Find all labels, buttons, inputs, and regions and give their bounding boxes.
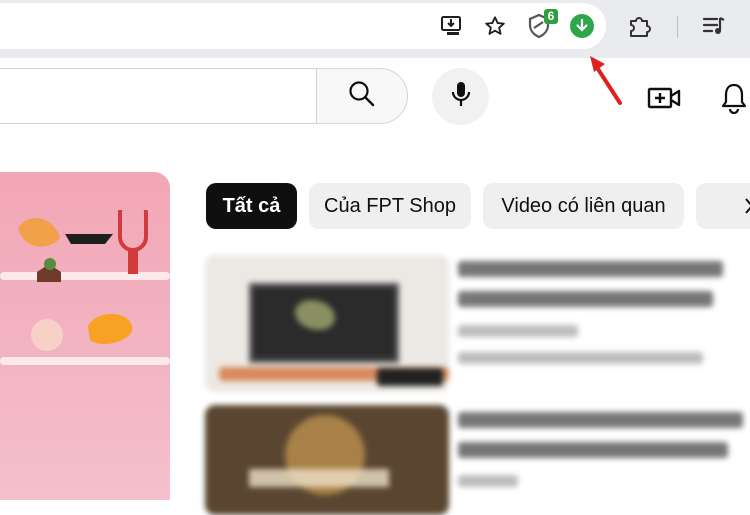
- reading-list-icon[interactable]: [700, 12, 728, 40]
- create-video-icon[interactable]: [646, 80, 682, 116]
- video-channel-blurred: [458, 325, 578, 337]
- video-title-blurred: [458, 442, 728, 458]
- install-app-icon[interactable]: [438, 12, 466, 40]
- video-channel-blurred: [458, 475, 518, 487]
- chip-all[interactable]: Tất cả: [206, 183, 297, 229]
- toolbar-divider: [677, 16, 678, 38]
- extension-badge: 6: [544, 9, 558, 24]
- chip-next-partial[interactable]: [696, 183, 750, 229]
- annotation-arrow: [590, 56, 622, 105]
- voice-search-button[interactable]: [432, 68, 489, 125]
- notifications-bell-icon[interactable]: [716, 80, 750, 116]
- chip-related-videos[interactable]: Video có liên quan: [483, 183, 684, 229]
- download-extension-icon[interactable]: [570, 14, 594, 38]
- star-icon[interactable]: [481, 12, 509, 40]
- decor-objects: [18, 210, 148, 351]
- search-button[interactable]: [316, 68, 408, 124]
- chip-fpt-shop[interactable]: Của FPT Shop: [309, 183, 471, 229]
- search-input[interactable]: [0, 68, 318, 124]
- search-icon: [347, 79, 377, 114]
- browser-toolbar: 6: [0, 0, 750, 58]
- address-bar[interactable]: [0, 3, 606, 49]
- video-thumbnail[interactable]: [205, 405, 449, 515]
- video-title-blurred: [458, 261, 723, 277]
- chevron-right-icon[interactable]: [745, 196, 750, 216]
- video-player[interactable]: [0, 172, 170, 500]
- microphone-icon: [448, 79, 474, 114]
- recommended-list: [203, 255, 750, 515]
- extensions-puzzle-icon[interactable]: [626, 12, 654, 40]
- video-thumbnail[interactable]: [205, 255, 449, 392]
- video-meta-blurred: [458, 352, 703, 364]
- video-title-blurred: [458, 412, 743, 428]
- video-title-blurred: [458, 291, 713, 307]
